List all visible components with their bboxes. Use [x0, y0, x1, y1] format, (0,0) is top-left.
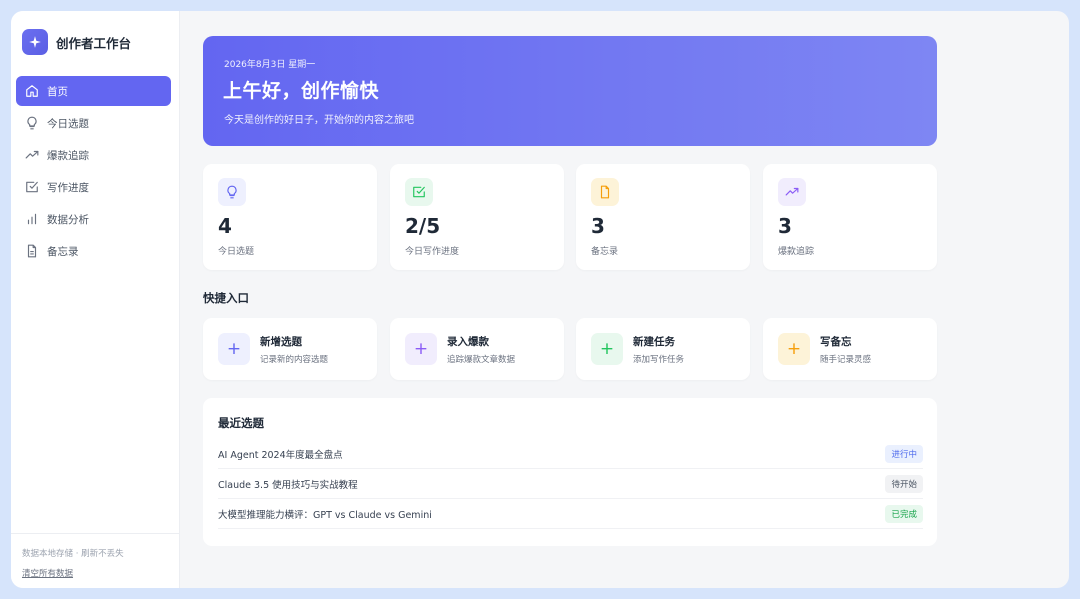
sidebar-item-label: 写作进度	[47, 181, 89, 194]
sidebar-item-analytics[interactable]: 数据分析	[16, 204, 171, 234]
quick-access-title: 快捷入口	[203, 291, 249, 305]
home-icon	[25, 84, 39, 98]
stat-label: 今日选题	[218, 247, 255, 257]
plus-icon: +	[778, 333, 810, 365]
plus-icon: +	[591, 333, 623, 365]
quick-title: 写备忘	[820, 335, 852, 348]
recent-topics-list: AI Agent 2024年度最全盘点 进行中 Claude 3.5 使用技巧与…	[218, 439, 923, 529]
stat-card-trending: 3 爆款追踪	[763, 164, 937, 270]
sidebar-item-label: 备忘录	[47, 245, 79, 258]
stat-label: 备忘录	[591, 247, 619, 257]
stat-value: 3	[591, 214, 605, 238]
topic-title: Claude 3.5 使用技巧与实战教程	[218, 479, 358, 491]
lightbulb-icon	[218, 178, 246, 206]
app-title: 创作者工作台	[56, 35, 132, 51]
quick-title: 新建任务	[633, 335, 675, 348]
stat-card-topics: 4 今日选题	[203, 164, 377, 270]
app-window: 创作者工作台 首页 今日选题 爆款追踪 写作进度 数据分析 备忘录 数据本地存储…	[11, 11, 1069, 588]
sidebar-item-label: 今日选题	[47, 117, 89, 130]
list-item[interactable]: 大模型推理能力横评：GPT vs Claude vs Gemini 已完成	[218, 499, 923, 529]
recent-topics-title: 最近选题	[218, 416, 264, 430]
trending-up-icon	[25, 148, 39, 162]
sidebar-nav: 首页 今日选题 爆款追踪 写作进度 数据分析 备忘录	[16, 76, 171, 268]
quick-subtitle: 随手记录灵感	[820, 354, 872, 365]
checkbox-icon	[405, 178, 433, 206]
status-badge: 进行中	[885, 444, 923, 463]
quick-subtitle: 追踪爆款文章数据	[447, 354, 516, 365]
sidebar-item-label: 爆款追踪	[47, 149, 89, 162]
sidebar-item-memo[interactable]: 备忘录	[16, 236, 171, 266]
welcome-banner: 2026年8月3日 星期一 上午好，创作愉快 今天是创作的好日子，开始你的内容之…	[203, 36, 937, 146]
brand: 创作者工作台	[22, 29, 131, 55]
document-icon	[591, 178, 619, 206]
lightbulb-icon	[25, 116, 39, 130]
recent-topics-panel: 最近选题 AI Agent 2024年度最全盘点 进行中 Claude 3.5 …	[203, 398, 937, 546]
list-item[interactable]: AI Agent 2024年度最全盘点 进行中	[218, 439, 923, 469]
hero-date: 2026年8月3日 星期一	[224, 60, 316, 70]
checkbox-icon	[25, 180, 39, 194]
quick-title: 录入爆款	[447, 335, 489, 348]
sidebar-item-label: 首页	[47, 85, 68, 98]
quick-add-trending[interactable]: + 录入爆款 追踪爆款文章数据	[390, 318, 564, 380]
sidebar-item-label: 数据分析	[47, 213, 89, 226]
sidebar-item-topics[interactable]: 今日选题	[16, 108, 171, 138]
quick-subtitle: 记录新的内容选题	[260, 354, 329, 365]
sidebar-item-progress[interactable]: 写作进度	[16, 172, 171, 202]
topic-title: 大模型推理能力横评：GPT vs Claude vs Gemini	[218, 509, 432, 521]
list-item[interactable]: Claude 3.5 使用技巧与实战教程 待开始	[218, 469, 923, 499]
plus-icon: +	[405, 333, 437, 365]
sidebar: 创作者工作台 首页 今日选题 爆款追踪 写作进度 数据分析 备忘录 数据本地存储…	[11, 11, 180, 588]
sidebar-item-home[interactable]: 首页	[16, 76, 171, 106]
sidebar-item-trending[interactable]: 爆款追踪	[16, 140, 171, 170]
plus-icon: +	[218, 333, 250, 365]
bar-chart-icon	[25, 212, 39, 226]
sparkle-icon	[22, 29, 48, 55]
document-icon	[25, 244, 39, 258]
status-badge: 已完成	[885, 504, 923, 523]
stat-value: 4	[218, 214, 232, 238]
trending-up-icon	[778, 178, 806, 206]
stat-label: 爆款追踪	[778, 247, 815, 257]
sidebar-footer: 数据本地存储 · 刷新不丢失 清空所有数据	[11, 533, 179, 588]
quick-new-task[interactable]: + 新建任务 添加写作任务	[576, 318, 750, 380]
stat-value: 2/5	[405, 214, 441, 238]
stat-card-writing: 2/5 今日写作进度	[390, 164, 564, 270]
hero-subtitle: 今天是创作的好日子，开始你的内容之旅吧	[224, 115, 414, 126]
quick-title: 新增选题	[260, 335, 302, 348]
stat-value: 3	[778, 214, 792, 238]
main-content: 2026年8月3日 星期一 上午好，创作愉快 今天是创作的好日子，开始你的内容之…	[180, 11, 1069, 588]
stat-card-memo: 3 备忘录	[576, 164, 750, 270]
clear-data-link[interactable]: 清空所有数据	[22, 567, 73, 579]
topic-title: AI Agent 2024年度最全盘点	[218, 449, 343, 461]
storage-note: 数据本地存储 · 刷新不丢失	[22, 549, 124, 559]
quick-add-topic[interactable]: + 新增选题 记录新的内容选题	[203, 318, 377, 380]
stat-label: 今日写作进度	[405, 247, 460, 257]
quick-subtitle: 添加写作任务	[633, 354, 685, 365]
quick-write-memo[interactable]: + 写备忘 随手记录灵感	[763, 318, 937, 380]
status-badge: 待开始	[885, 474, 923, 493]
hero-greeting: 上午好，创作愉快	[223, 80, 380, 102]
